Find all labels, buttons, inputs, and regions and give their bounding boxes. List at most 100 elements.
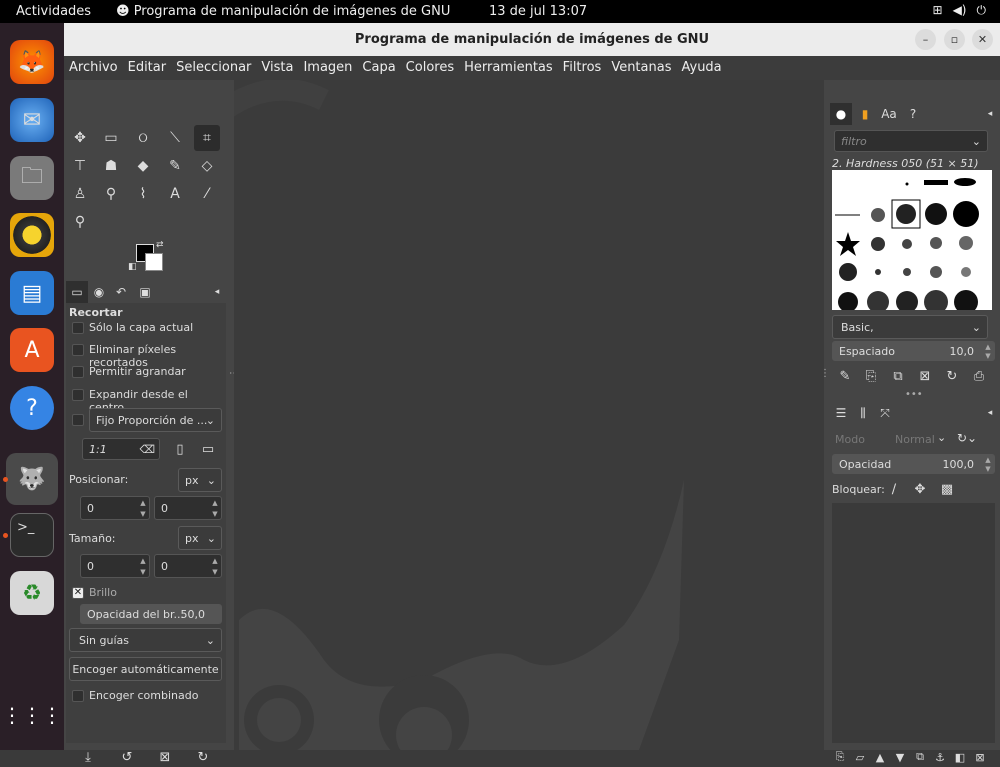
fixed-mode-select[interactable]: Fijo Proporción de ... ⌄	[89, 408, 222, 432]
rhythmbox-icon[interactable]	[10, 213, 54, 257]
menu-seleccionar[interactable]: Seleccionar	[171, 56, 256, 80]
crop-tool-icon[interactable]: ⌗	[194, 125, 220, 151]
transform-icon[interactable]: ⊤	[67, 153, 93, 179]
delete-pixels-checkbox[interactable]	[72, 344, 84, 356]
thunderbird-icon[interactable]: ✉	[10, 98, 54, 142]
lock-pixels-icon[interactable]: ∕	[884, 479, 904, 499]
spin-arrows-icon[interactable]: ▲ ▼	[137, 555, 149, 577]
clock[interactable]: 13 de jul 13:07	[489, 4, 587, 19]
power-icon[interactable]: ⏻	[977, 3, 987, 18]
menu-vista[interactable]: Vista	[256, 56, 298, 80]
paintbrush-icon[interactable]: ✎	[162, 153, 188, 179]
dock-menu-icon[interactable]: ◂	[206, 281, 228, 303]
dock-menu-icon[interactable]: ◂	[979, 402, 1000, 424]
writer-icon[interactable]: ▤	[10, 271, 54, 315]
switch-mode-icon[interactable]: ↻⌄	[957, 431, 977, 445]
device-status-tab[interactable]: ◉	[88, 281, 110, 303]
eraser-icon[interactable]: ◇	[194, 153, 220, 179]
brushes-tab[interactable]: ●	[830, 103, 852, 125]
trash-icon[interactable]: ♻	[10, 571, 54, 615]
network-icon[interactable]: ⊞	[933, 3, 943, 18]
gimp-icon[interactable]: 🐺	[6, 453, 58, 505]
restore-options-icon[interactable]: ↺	[117, 747, 137, 767]
delete-options-icon[interactable]: ⊠	[155, 747, 175, 767]
position-unit-select[interactable]: px ⌄	[178, 468, 222, 492]
menu-ayuda[interactable]: Ayuda	[676, 56, 726, 80]
clone-icon[interactable]: ♙	[67, 181, 93, 207]
paths-icon[interactable]: ⌇	[130, 181, 156, 207]
guides-select[interactable]: Sin guías ⌄	[69, 628, 222, 652]
system-tray[interactable]: ⊞ ◀) ⏻	[933, 3, 986, 18]
smudge-icon[interactable]: ⚲	[98, 181, 124, 207]
anchor-layer-icon[interactable]: ⚓	[930, 747, 950, 767]
panel-separator-handle[interactable]: •••	[905, 389, 923, 400]
menu-herramientas[interactable]: Herramientas	[459, 56, 558, 80]
dock-menu-icon[interactable]: ◂	[979, 103, 1000, 125]
brush-grid[interactable]	[832, 170, 992, 310]
refresh-brushes-icon[interactable]: ↻	[942, 366, 962, 386]
save-options-icon[interactable]: ⤓	[78, 747, 98, 767]
menu-archivo[interactable]: Archivo	[64, 56, 123, 80]
delete-layer-icon[interactable]: ⊠	[970, 747, 990, 767]
auto-shrink-button[interactable]: Encoger automáticamente	[69, 657, 222, 681]
menu-ventanas[interactable]: Ventanas	[606, 56, 676, 80]
position-y-input[interactable]: 0 ▲ ▼	[154, 496, 222, 520]
minimize-button[interactable]: –	[915, 29, 936, 50]
reset-options-icon[interactable]: ↻	[193, 747, 213, 767]
firefox-icon[interactable]: 🦊	[10, 40, 54, 84]
channels-tab[interactable]: ⫼	[852, 402, 874, 424]
spacing-slider[interactable]: Espaciado 10,0 ▲ ▼	[832, 341, 995, 361]
duplicate-brush-icon[interactable]: ⧉	[888, 366, 908, 386]
software-icon[interactable]: A	[10, 328, 54, 372]
fuzzy-select-icon[interactable]: ⟍	[162, 125, 188, 151]
menu-capa[interactable]: Capa	[357, 56, 400, 80]
spin-arrows-icon[interactable]: ▲ ▼	[137, 497, 149, 519]
position-x-input[interactable]: 0 ▲ ▼	[80, 496, 150, 520]
help-tab[interactable]: ?	[902, 103, 924, 125]
size-h-input[interactable]: 0 ▲ ▼	[154, 554, 222, 578]
new-brush-icon[interactable]: ⎘	[861, 366, 881, 386]
text-tool-icon[interactable]: A	[162, 181, 188, 207]
close-button[interactable]: ✕	[972, 29, 993, 50]
expand-center-checkbox[interactable]	[72, 389, 84, 401]
layer-opacity-slider[interactable]: Opacidad 100,0 ▲ ▼	[832, 454, 995, 474]
app-menu[interactable]: ☻ Programa de manipulación de imágenes d…	[116, 4, 450, 19]
patterns-tab[interactable]: ▮	[854, 103, 876, 125]
highlight-checkbox[interactable]: ✕	[72, 587, 84, 599]
paths-tab[interactable]: ⤧	[874, 402, 896, 424]
mask-layer-icon[interactable]: ◧	[950, 747, 970, 767]
files-icon[interactable]: 🗀	[10, 156, 54, 200]
volume-icon[interactable]: ◀)	[953, 3, 967, 18]
allow-growing-checkbox[interactable]	[72, 366, 84, 378]
spin-arrows-icon[interactable]: ▲ ▼	[209, 555, 221, 577]
open-brush-image-icon[interactable]: ⎙	[969, 366, 989, 386]
size-w-input[interactable]: 0 ▲ ▼	[80, 554, 150, 578]
shrink-merged-checkbox[interactable]	[72, 690, 84, 702]
menu-imagen[interactable]: Imagen	[298, 56, 357, 80]
help-icon[interactable]: ?	[10, 386, 54, 430]
default-colors-icon[interactable]: ◧	[128, 262, 137, 272]
delete-brush-icon[interactable]: ⊠	[915, 366, 935, 386]
lock-alpha-icon[interactable]: ▩	[937, 479, 957, 499]
spin-arrows-icon[interactable]: ▲ ▼	[209, 497, 221, 519]
images-tab[interactable]: ▣	[134, 281, 156, 303]
size-unit-select[interactable]: px ⌄	[178, 526, 222, 550]
brush-filter-input[interactable]: filtro ⌄	[834, 130, 988, 152]
activities-button[interactable]: Actividades	[16, 4, 91, 19]
tool-options-tab[interactable]: ▭	[66, 281, 88, 303]
color-picker-icon[interactable]: ⁄	[194, 181, 220, 207]
spin-arrows-icon[interactable]: ▲ ▼	[982, 342, 994, 360]
layers-tab[interactable]: ☰	[830, 402, 852, 424]
undo-history-tab[interactable]: ↶	[110, 281, 132, 303]
brush-tag-select[interactable]: Basic, ⌄	[832, 315, 988, 339]
warp-icon[interactable]: ☗	[98, 153, 124, 179]
menu-filtros[interactable]: Filtros	[558, 56, 607, 80]
raise-layer-icon[interactable]: ▲	[870, 747, 890, 767]
duplicate-layer-icon[interactable]: ⧉	[910, 747, 930, 767]
fixed-checkbox[interactable]	[72, 414, 84, 426]
maximize-button[interactable]: ▫	[944, 29, 965, 50]
layers-list[interactable]	[832, 503, 995, 743]
ratio-field[interactable]: 1:1 ⌫	[82, 438, 160, 460]
spin-arrows-icon[interactable]: ▲ ▼	[982, 455, 994, 473]
edit-brush-icon[interactable]: ✎	[835, 366, 855, 386]
